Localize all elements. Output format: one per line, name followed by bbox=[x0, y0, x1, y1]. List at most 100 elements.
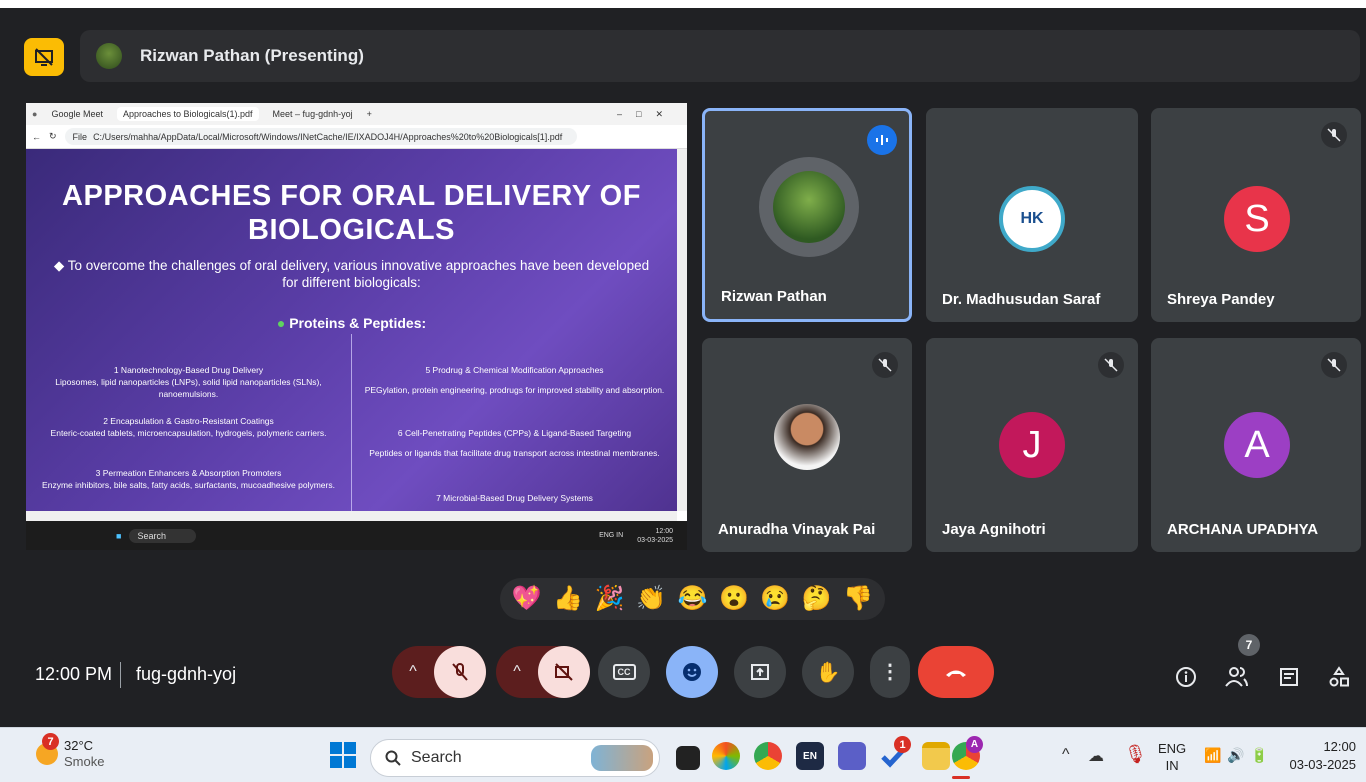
slide-scrollbar[interactable] bbox=[677, 149, 687, 511]
browser-tab[interactable]: Meet – fug-gdnh-yoj bbox=[267, 107, 359, 121]
chat-button[interactable] bbox=[1274, 662, 1304, 692]
more-vert-icon: ⋮ bbox=[880, 661, 900, 683]
avatar bbox=[773, 171, 845, 243]
inner-windows-icon[interactable]: ■ bbox=[116, 531, 121, 541]
meeting-code: fug-gdnh-yoj bbox=[136, 664, 237, 684]
slide-item-title: 5 Prodrug & Chemical Modification Approa… bbox=[425, 365, 604, 375]
people-button[interactable] bbox=[1222, 662, 1252, 692]
mic-off-icon bbox=[452, 663, 468, 681]
taskbar-search[interactable]: Search bbox=[370, 739, 660, 777]
search-placeholder: Search bbox=[411, 749, 462, 766]
inner-date: 03-03-2025 bbox=[637, 536, 673, 544]
presentation-icon[interactable] bbox=[24, 38, 64, 76]
end-call-button[interactable] bbox=[918, 646, 994, 698]
reaction-laugh[interactable]: 😂 bbox=[678, 587, 708, 611]
activities-button[interactable] bbox=[1324, 662, 1354, 692]
search-icon bbox=[385, 750, 401, 766]
camera-off-button[interactable] bbox=[538, 646, 590, 698]
info-button[interactable] bbox=[1171, 662, 1201, 692]
weather-sun-icon: 7 bbox=[36, 733, 59, 765]
copilot-icon[interactable] bbox=[712, 742, 740, 770]
camera-options-chevron-icon[interactable]: ^ bbox=[496, 663, 538, 681]
avatar-ring bbox=[759, 157, 859, 257]
reaction-heart[interactable]: 💖 bbox=[512, 587, 542, 611]
slide-intro-text: To overcome the challenges of oral deliv… bbox=[67, 258, 650, 290]
profile-badge: A bbox=[966, 736, 983, 753]
inner-search[interactable]: Search bbox=[129, 528, 196, 543]
address-url: C:/Users/mahha/AppData/Local/Microsoft/W… bbox=[93, 131, 563, 142]
notification-badge: 1 bbox=[894, 736, 911, 753]
presenting-bar: Rizwan Pathan (Presenting) bbox=[80, 30, 1360, 82]
new-tab-icon[interactable]: + bbox=[367, 109, 372, 119]
people-count-badge: 7 bbox=[1238, 634, 1260, 656]
avatar-initial: S bbox=[1224, 186, 1290, 252]
back-icon[interactable]: ← bbox=[32, 132, 41, 142]
browser-tab[interactable]: Google Meet bbox=[45, 107, 109, 121]
task-view-icon[interactable] bbox=[676, 746, 700, 770]
slide-item-desc: Enteric-coated tablets, microencapsulati… bbox=[50, 428, 327, 438]
address-bar[interactable]: File C:/Users/mahha/AppData/Local/Micros… bbox=[64, 128, 577, 145]
mic-off-button[interactable] bbox=[434, 646, 486, 698]
slide-item-title: 3 Permeation Enhancers & Absorption Prom… bbox=[95, 468, 282, 478]
participant-tile[interactable]: A ARCHANA UPADHYA bbox=[1151, 338, 1361, 552]
participant-name: Jaya Agnihotri bbox=[942, 521, 1046, 538]
emoji-button[interactable] bbox=[666, 646, 718, 698]
presenter-label: Rizwan Pathan (Presenting) bbox=[140, 46, 364, 65]
temperature: 32°C bbox=[64, 738, 94, 753]
window-controls[interactable]: –□✕ bbox=[617, 109, 677, 120]
reaction-thumbs-down[interactable]: 👎 bbox=[843, 587, 873, 611]
slide-item: 7 Microbial-Based Drug Delivery Systems bbox=[352, 492, 677, 504]
shared-screen: ● Google Meet Approaches to Biologicals(… bbox=[26, 103, 687, 550]
participant-tile[interactable]: S Shreya Pandey bbox=[1151, 108, 1361, 322]
reaction-clap[interactable]: 👏 bbox=[636, 587, 666, 611]
en-keyboard-icon[interactable]: EN bbox=[796, 742, 824, 770]
browser-profile-icon: ● bbox=[32, 109, 38, 119]
inner-lang: ENG IN bbox=[599, 532, 624, 539]
tray-chevron-icon[interactable]: ^ bbox=[1062, 746, 1070, 764]
browser-tab-active[interactable]: Approaches to Biologicals(1).pdf bbox=[116, 107, 259, 121]
slide-item: 2 Encapsulation & Gastro-Resistant Coati… bbox=[26, 415, 351, 439]
slide-item-title: 7 Microbial-Based Drug Delivery Systems bbox=[436, 493, 593, 503]
mic-in-use-icon[interactable]: 🎙 bbox=[1124, 744, 1147, 765]
participant-name: ARCHANA UPADHYA bbox=[1167, 521, 1319, 538]
info-icon bbox=[1176, 667, 1196, 687]
chrome-icon[interactable] bbox=[754, 742, 782, 770]
reload-icon[interactable]: ↻ bbox=[49, 131, 57, 142]
present-button[interactable] bbox=[734, 646, 786, 698]
reaction-thumbs-up[interactable]: 👍 bbox=[553, 587, 583, 611]
reaction-sad[interactable]: 😢 bbox=[760, 587, 790, 611]
chrome-profile-icon[interactable]: A bbox=[952, 736, 983, 770]
slide-item-title: 1 Nanotechnology-Based Drug Delivery bbox=[113, 365, 264, 375]
onedrive-icon[interactable]: ☁ bbox=[1088, 746, 1104, 766]
top-strip bbox=[0, 0, 1366, 8]
participant-name: Rizwan Pathan bbox=[721, 288, 827, 305]
language-indicator[interactable]: ENG IN bbox=[1158, 740, 1186, 774]
participant-tile[interactable]: Anuradha Vinayak Pai bbox=[702, 338, 912, 552]
wifi-volume-battery-icons[interactable]: 📶🔊🔋 bbox=[1204, 747, 1274, 764]
reaction-party[interactable]: 🎉 bbox=[595, 587, 625, 611]
participant-tile[interactable]: J Jaya Agnihotri bbox=[926, 338, 1138, 552]
slide-intro: ◆ To overcome the challenges of oral del… bbox=[53, 258, 650, 290]
slide-item-desc: Enzyme inhibitors, bile salts, fatty aci… bbox=[42, 480, 335, 490]
weather-text: 32°C Smoke bbox=[64, 738, 104, 770]
presenter-avatar bbox=[96, 43, 122, 69]
file-explorer-icon[interactable] bbox=[922, 742, 950, 770]
smiley-icon bbox=[683, 663, 701, 681]
todo-icon[interactable]: 1 bbox=[880, 736, 911, 770]
more-options-button[interactable]: ⋮ bbox=[870, 646, 910, 698]
slide-horizontal-scrollbar[interactable] bbox=[26, 511, 677, 521]
hang-up-icon bbox=[946, 670, 966, 677]
reaction-surprised[interactable]: 😮 bbox=[719, 587, 749, 611]
participant-tile[interactable]: Rizwan Pathan bbox=[702, 108, 912, 322]
captions-icon: CC bbox=[612, 664, 636, 680]
captions-button[interactable]: CC bbox=[598, 646, 650, 698]
reaction-thinking[interactable]: 🤔 bbox=[802, 587, 832, 611]
windows-start-icon[interactable] bbox=[329, 741, 357, 769]
participant-tile[interactable]: HK Dr. Madhusudan Saraf bbox=[926, 108, 1138, 322]
raise-hand-button[interactable]: ✋ bbox=[802, 646, 854, 698]
teams-icon[interactable] bbox=[838, 742, 866, 770]
mic-options-chevron-icon[interactable]: ^ bbox=[392, 663, 434, 681]
weather-widget[interactable]: 7 32°C Smoke bbox=[36, 733, 104, 770]
taskbar-clock[interactable]: 12:00 03-03-2025 bbox=[1290, 738, 1357, 774]
mic-off-icon bbox=[1098, 352, 1124, 378]
